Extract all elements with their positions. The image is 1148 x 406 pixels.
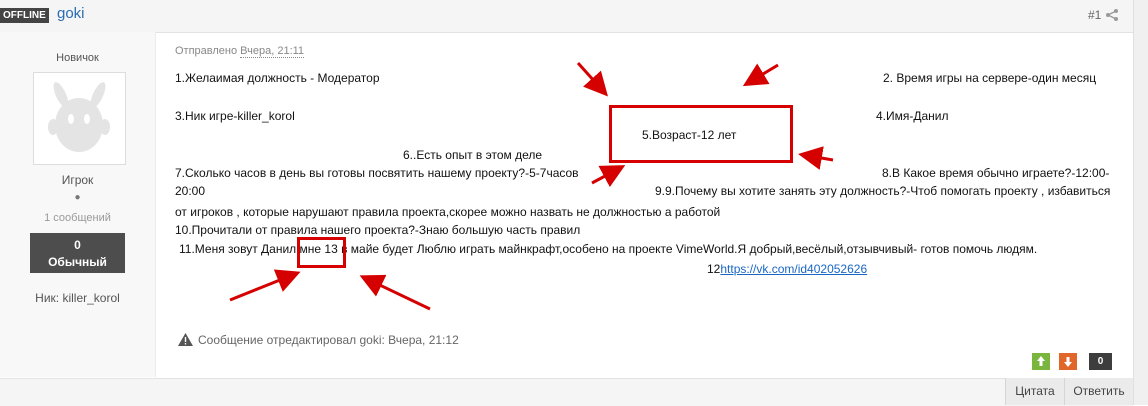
highlight-box-age-13 <box>297 237 346 268</box>
sent-time: Вчера, 21:11 <box>240 45 305 58</box>
vote-down-button[interactable] <box>1059 353 1077 370</box>
custom-field-nick: Ник: killer_korol <box>35 291 120 305</box>
link-prefix: 12 <box>707 262 721 276</box>
post-line-3: 3.Ник игре-killer_korol <box>175 109 295 123</box>
reply-button[interactable]: Ответить <box>1064 378 1133 405</box>
arrow-icon <box>576 61 609 97</box>
post-line-9: 9.9.Почему вы хотите занять эту должност… <box>655 184 1111 198</box>
arrow-icon <box>742 63 779 87</box>
post-header: OFFLINE goki #1 <box>0 0 1133 33</box>
avatar[interactable] <box>33 72 126 165</box>
post-line-8: 8.В Какое время обычно играете?-12:00- <box>882 166 1110 180</box>
vk-link[interactable]: https://vk.com/id402052626 <box>720 262 867 276</box>
author-sidebar: Новичок Игрок ● 1 сообщений 0 Обычный Ни… <box>0 32 156 377</box>
annotation-arrows <box>229 61 834 311</box>
pip-icon: ● <box>74 192 81 203</box>
post-line-8b: 20:00 <box>175 184 206 198</box>
reputation-value: 0 <box>74 238 81 252</box>
share-icon[interactable] <box>1105 8 1119 22</box>
vote-count: 0 <box>1089 353 1112 370</box>
arrow-down-icon <box>1064 357 1072 367</box>
warning-icon <box>178 333 193 346</box>
arrow-icon <box>798 146 834 170</box>
post-line-2: 2. Время игры на сервере-один месяц <box>883 71 1097 85</box>
highlight-box-age <box>609 105 793 163</box>
sent-label: Отправлено <box>175 45 238 57</box>
default-avatar-icon <box>48 82 110 152</box>
author-link[interactable]: goki <box>57 5 85 22</box>
reputation-label: Обычный <box>48 255 107 269</box>
post-number-link[interactable]: #1 <box>1088 8 1101 22</box>
quote-button[interactable]: Цитата <box>1005 378 1064 405</box>
post-line-6: 6..Есть опыт в этом деле <box>403 148 543 162</box>
edited-note: Сообщение отредактировал goki: Вчера, 21… <box>178 333 459 347</box>
post-line-9b: от игроков , которые нарушают правила пр… <box>175 205 721 219</box>
reputation-badge: 0 Обычный <box>30 233 125 273</box>
post-date: Отправлено Вчера, 21:11 <box>175 45 305 58</box>
post-controls-bar <box>0 378 1133 406</box>
page-scrollbar[interactable] <box>1133 0 1148 405</box>
member-rank: Новичок <box>56 52 99 64</box>
member-group: Игрок <box>61 173 94 187</box>
vote-up-button[interactable] <box>1032 353 1050 370</box>
post-line-4: 4.Имя-Данил <box>876 109 949 123</box>
edited-text: Сообщение отредактировал goki: Вчера, 21… <box>198 333 459 347</box>
arrow-icon <box>591 165 626 188</box>
post-line-1: 1.Желаимая должность - Модератор <box>175 71 380 85</box>
post-count: 1 сообщений <box>44 212 111 224</box>
post-line-7: 7.Сколько часов в день вы готовы посвяти… <box>175 166 579 180</box>
post-line-10: 10.Прочитали от правила нашего проекта?-… <box>175 223 581 237</box>
post-line-12: 12https://vk.com/id402052626 <box>707 262 867 276</box>
arrow-icon <box>359 274 431 311</box>
arrow-up-icon <box>1037 356 1045 366</box>
status-badge: OFFLINE <box>0 8 49 23</box>
arrow-icon <box>229 269 301 302</box>
